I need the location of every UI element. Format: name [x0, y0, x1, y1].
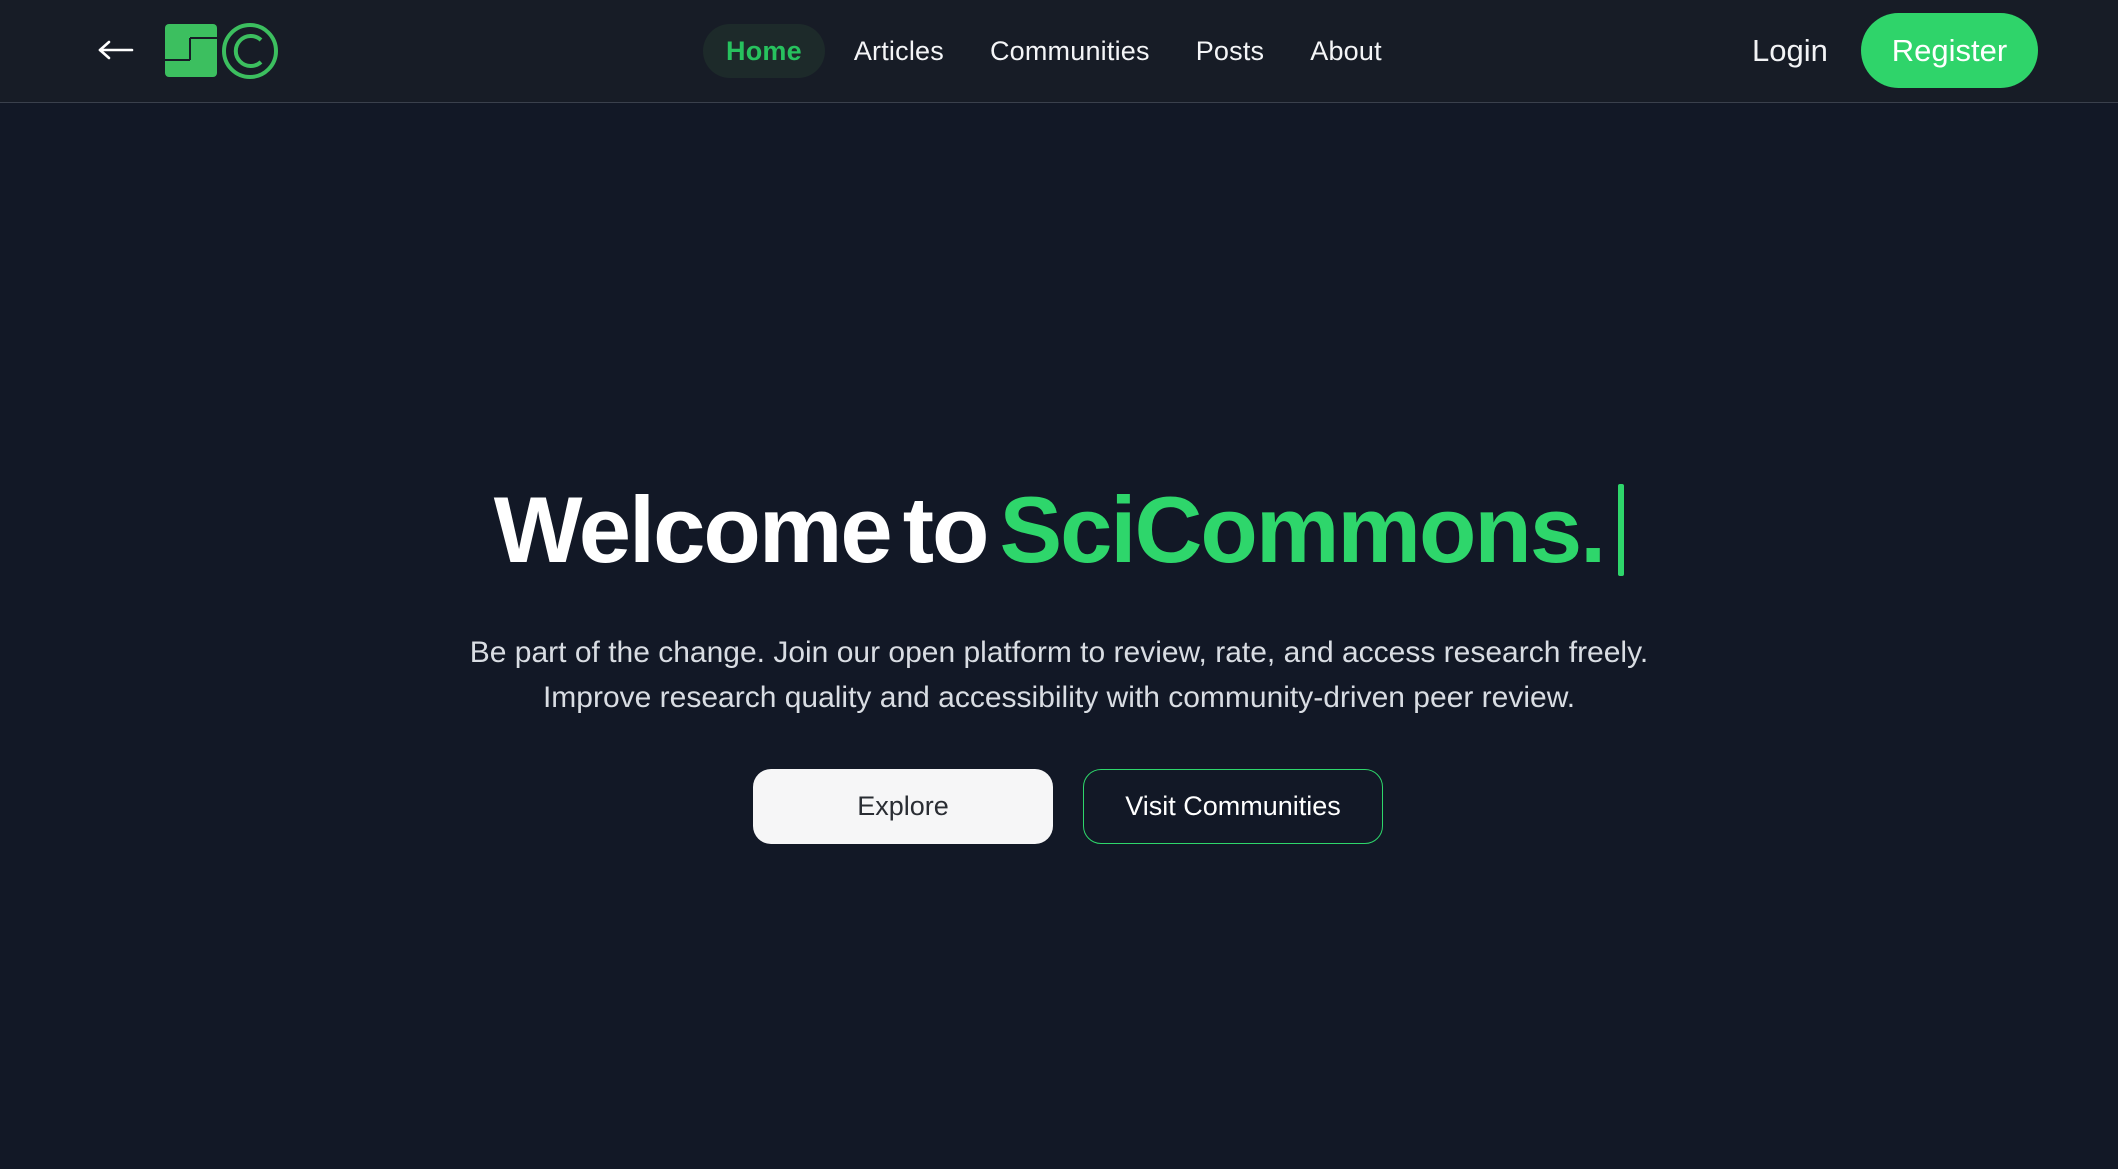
hero-title: Welcome to SciCommons.: [0, 470, 2118, 590]
top-navbar: Home Articles Communities Posts About Lo…: [0, 0, 2118, 103]
hero-title-to: to: [902, 477, 990, 582]
hero-subtitle-line2: Improve research quality and accessibili…: [542, 681, 1576, 714]
typing-caret: [1618, 484, 1625, 576]
scicommons-logo[interactable]: [164, 22, 280, 80]
nav-about[interactable]: About: [1287, 24, 1405, 78]
hero-title-welcome: Welcome: [493, 477, 893, 582]
visit-communities-button[interactable]: Visit Communities: [1083, 769, 1383, 844]
arrow-left-icon: [98, 40, 134, 60]
nav-posts[interactable]: Posts: [1173, 24, 1288, 78]
nav-home[interactable]: Home: [703, 24, 825, 78]
main-nav: Home Articles Communities Posts About: [703, 24, 1405, 78]
explore-button[interactable]: Explore: [753, 769, 1053, 844]
register-button[interactable]: Register: [1861, 13, 2038, 88]
nav-articles[interactable]: Articles: [831, 24, 967, 78]
back-button[interactable]: [96, 30, 136, 70]
login-link[interactable]: Login: [1752, 27, 1828, 75]
hero-title-brand: SciCommons.: [999, 477, 1606, 582]
hero-subtitle-line1: Be part of the change. Join our open pla…: [469, 636, 1649, 669]
nav-communities[interactable]: Communities: [967, 24, 1173, 78]
